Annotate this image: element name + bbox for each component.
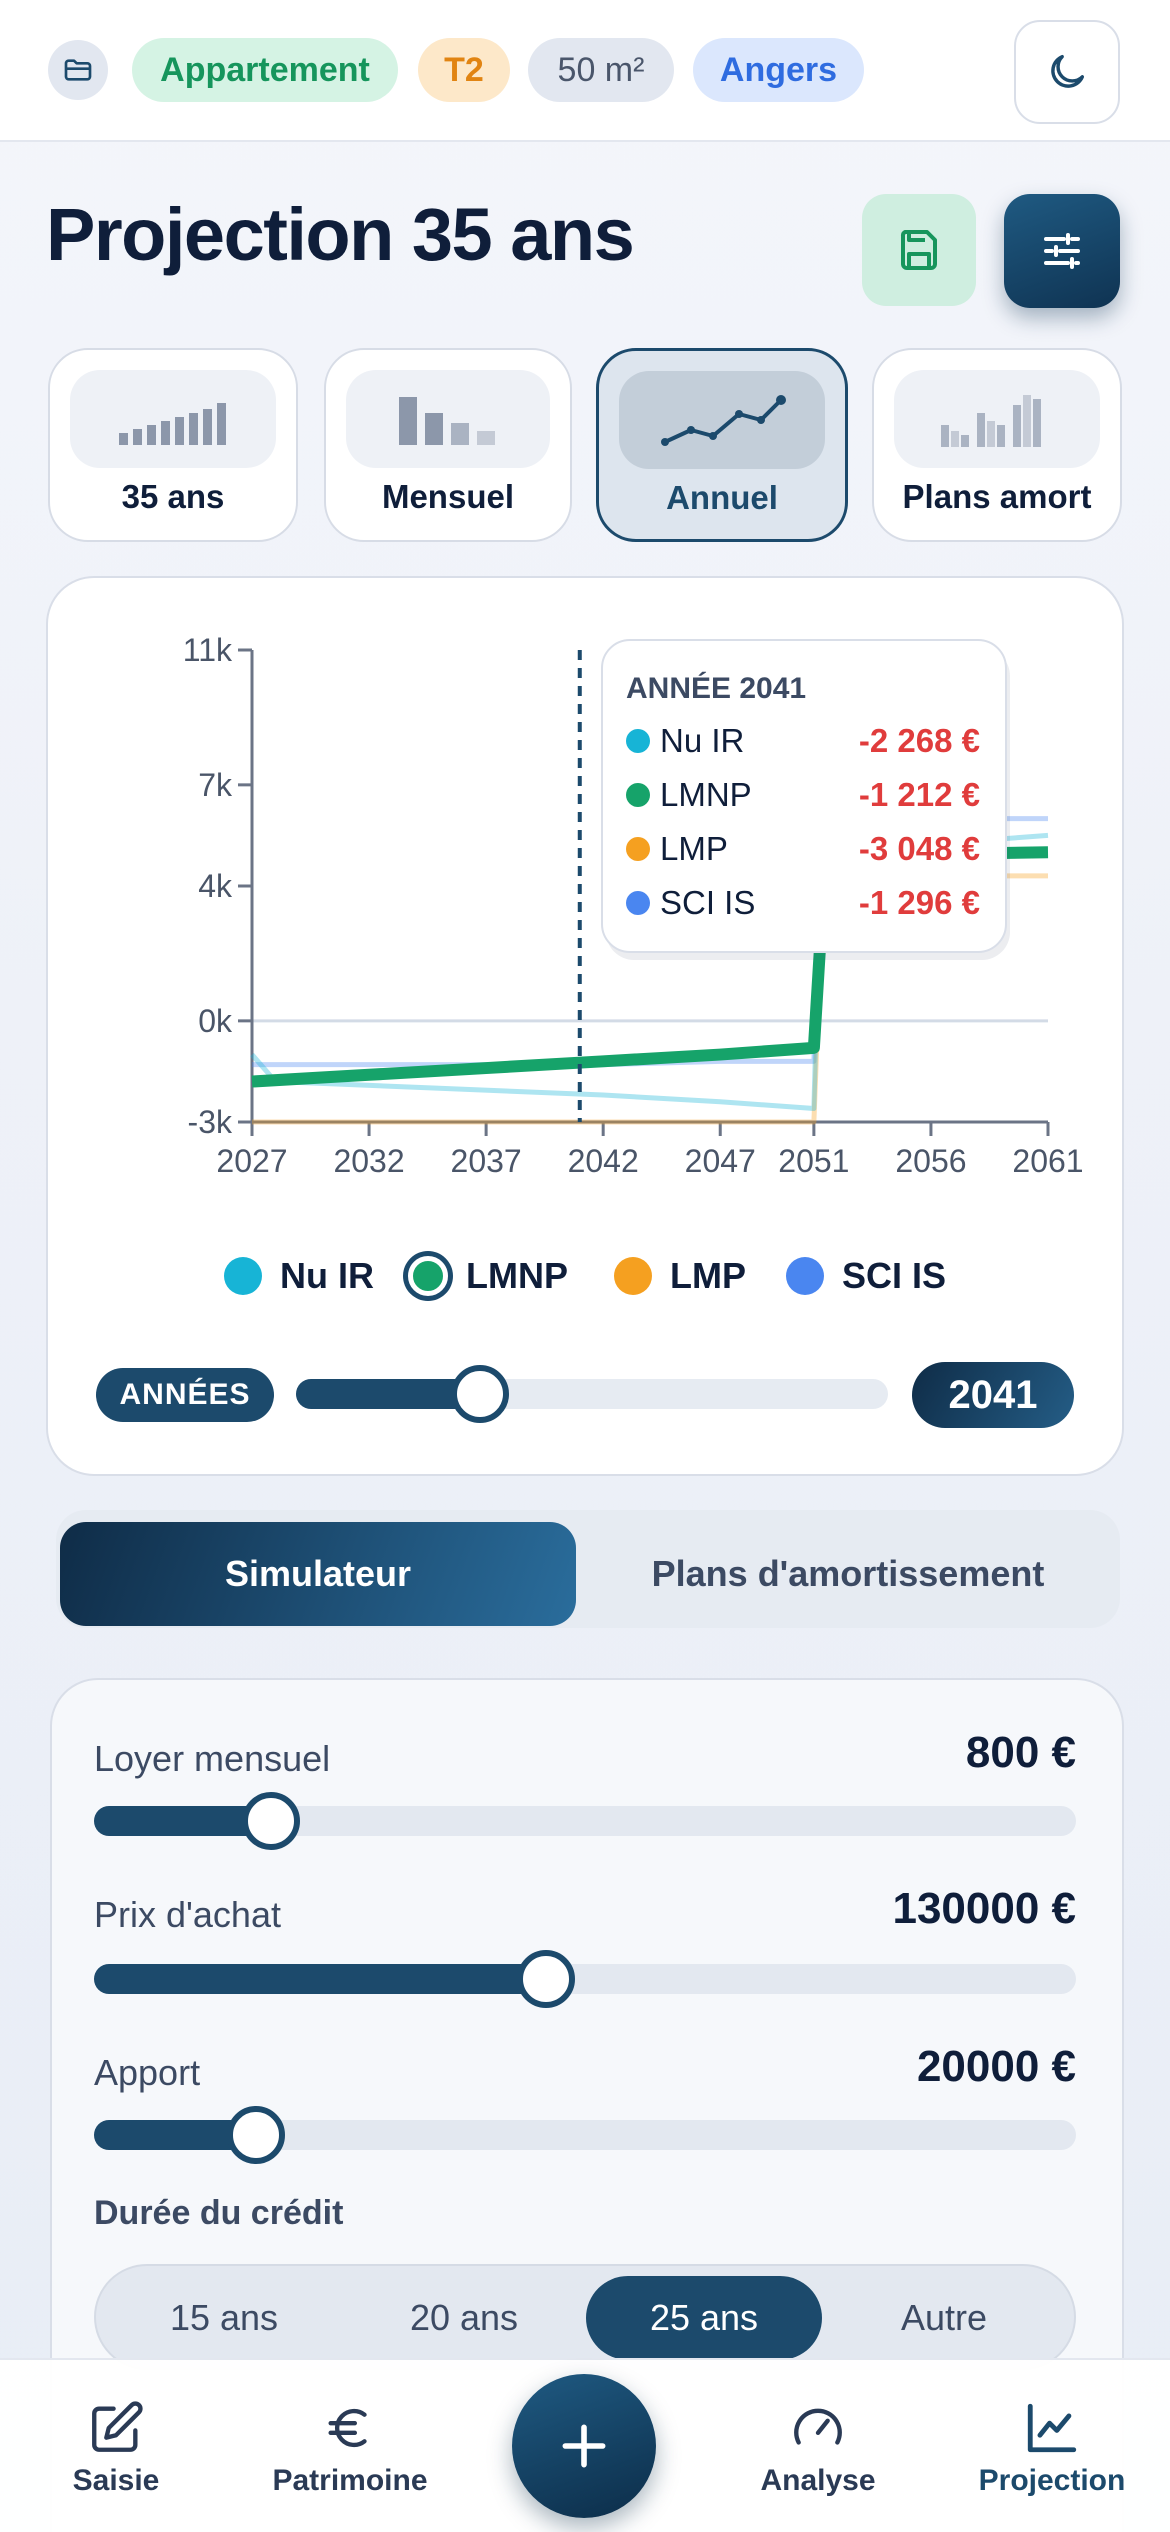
tooltip-series-value: -3 048 €	[859, 830, 980, 867]
duration-label: Durée du crédit	[94, 2194, 344, 2232]
x-tick-label: 2027	[216, 1143, 287, 1179]
duration-option-15[interactable]: 15 ans	[106, 2276, 342, 2360]
legend-label: Nu IR	[280, 1255, 374, 1296]
tooltip-dot	[626, 729, 650, 753]
duration-option-25[interactable]: 25 ans	[586, 2276, 822, 2360]
segment-plans-amortissement[interactable]: Plans d'amortissement	[576, 1522, 1120, 1626]
down-payment-value: 20000 €	[916, 2042, 1076, 2091]
edit-icon	[92, 2401, 143, 2452]
segment-simulateur[interactable]: Simulateur	[60, 1522, 576, 1626]
price-slider-thumb[interactable]	[516, 1950, 575, 2008]
legend-label: LMP	[670, 1255, 746, 1296]
x-tick-label: 2056	[895, 1143, 966, 1179]
gauge-icon	[794, 2408, 842, 2445]
y-tick-label: 7k	[198, 767, 233, 803]
nav-patrimoine[interactable]: Patrimoine	[260, 2392, 440, 2512]
legend-dot	[614, 1257, 652, 1295]
years-badge: ANNÉES	[96, 1368, 274, 1422]
nav-projection[interactable]: Projection	[962, 2392, 1142, 2512]
legend-dot-selected	[408, 1256, 448, 1296]
nav-label: Saisie	[72, 2464, 160, 2497]
x-tick-label: 2032	[333, 1143, 404, 1179]
chart-legend: Nu IR LMNP LMP SCI IS	[0, 1246, 1170, 1306]
price-value: 130000 €	[892, 1884, 1076, 1933]
nav-label: Patrimoine	[272, 2464, 428, 2497]
down-payment-label: Apport	[94, 2052, 201, 2093]
tooltip-series-name: Nu IR	[660, 722, 744, 759]
rent-label: Loyer mensuel	[94, 1738, 331, 1779]
tooltip-dot	[626, 837, 650, 861]
rent-slider-thumb[interactable]	[241, 1792, 300, 1850]
tooltip-dot	[626, 783, 650, 807]
tooltip-series-name: SCI IS	[660, 884, 755, 921]
euro-icon	[328, 2408, 367, 2448]
x-tick-label: 2042	[568, 1143, 639, 1179]
projection-chart[interactable]: 11k 7k 4k 0k -3k2027 2032 2037 2042 2047 2051 2056…	[0, 0, 1170, 1220]
x-tick-label: 2047	[685, 1143, 756, 1179]
legend-label: LMNP	[466, 1255, 568, 1296]
nav-label: Projection	[978, 2464, 1126, 2497]
tooltip-series-value: -1 296 €	[859, 884, 980, 921]
y-tick-label: 11k	[183, 632, 233, 668]
legend-item-lmnp[interactable]: LMNP	[408, 1246, 568, 1306]
x-tick-label: 2051	[778, 1143, 849, 1179]
down-payment-slider-thumb[interactable]	[227, 2106, 286, 2164]
x-tick-label: 2061	[1012, 1143, 1083, 1179]
y-tick-label: -3k	[188, 1104, 233, 1140]
tooltip-title: ANNÉE 2041	[626, 671, 806, 705]
nav-saisie[interactable]: Saisie	[26, 2392, 206, 2512]
tooltip-series-value: -2 268 €	[859, 722, 980, 759]
x-tick-label: 2037	[451, 1143, 522, 1179]
duration-option-autre[interactable]: Autre	[826, 2276, 1062, 2360]
rent-value: 800 €	[965, 1728, 1076, 1777]
tooltip-dot	[626, 891, 650, 915]
chart-line-icon	[1027, 2403, 1077, 2453]
years-value-pill: 2041	[912, 1362, 1074, 1428]
legend-label: SCI IS	[842, 1255, 947, 1296]
add-button[interactable]	[512, 2374, 656, 2518]
nav-analyse[interactable]: Analyse	[728, 2392, 908, 2512]
price-label: Prix d'achat	[94, 1894, 281, 1935]
duration-option-20[interactable]: 20 ans	[346, 2276, 582, 2360]
legend-item-sci-is[interactable]: SCI IS	[786, 1246, 946, 1306]
tooltip-series-name: LMNP	[660, 776, 752, 813]
tooltip-series-name: LMP	[660, 830, 728, 867]
legend-item-lmp[interactable]: LMP	[614, 1246, 746, 1306]
legend-dot	[224, 1257, 262, 1295]
legend-dot	[786, 1257, 824, 1295]
plus-icon	[562, 2424, 606, 2468]
years-slider-thumb[interactable]	[450, 1365, 509, 1423]
y-tick-label: 0k	[198, 1003, 233, 1039]
tooltip-series-value: -1 212 €	[859, 776, 980, 813]
legend-item-nu-ir[interactable]: Nu IR	[224, 1246, 374, 1306]
y-tick-label: 4k	[198, 868, 233, 904]
nav-label: Analyse	[760, 2464, 876, 2497]
price-slider-fill	[94, 1964, 546, 1994]
